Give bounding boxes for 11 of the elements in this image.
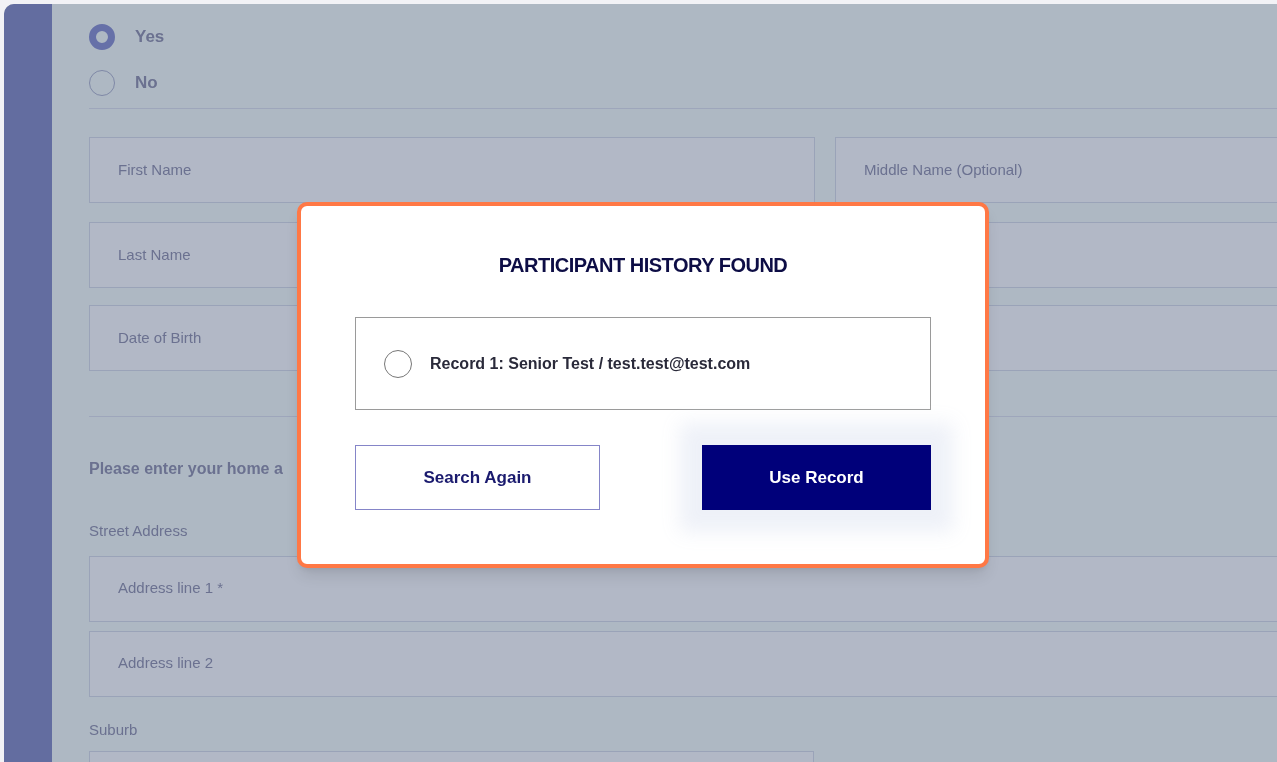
street-address-label: Street Address xyxy=(89,521,189,541)
address-prompt: Please enter your home a xyxy=(89,459,283,479)
use-record-button[interactable]: Use Record xyxy=(702,445,931,510)
radio-label: No xyxy=(135,72,158,95)
input-field[interactable]: Address line 2 xyxy=(89,630,1277,697)
dialog-title: PARTICIPANT HISTORY FOUND xyxy=(497,253,789,278)
suburb-label: Suburb xyxy=(89,719,139,740)
input-field[interactable]: First Name xyxy=(89,137,815,203)
input-field[interactable]: Middle Name (Optional) xyxy=(835,137,1277,203)
radio-label: Yes xyxy=(135,26,165,49)
search-again-button[interactable]: Search Again xyxy=(355,445,600,510)
